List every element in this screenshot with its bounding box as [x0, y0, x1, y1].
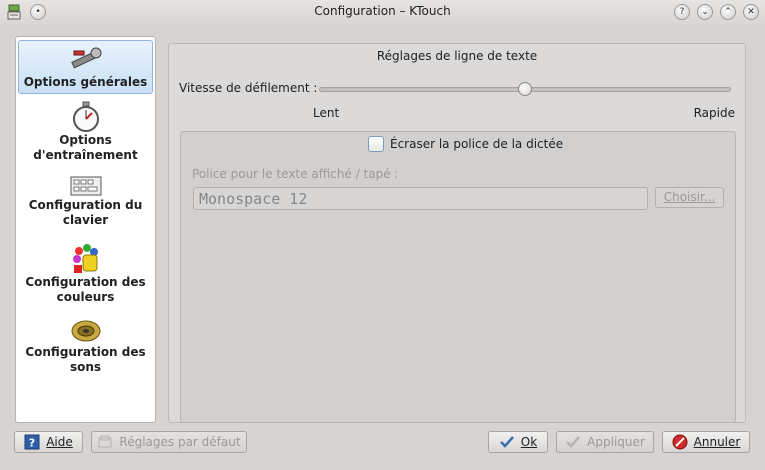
sidebar-item-training-options[interactable]: Options d'entraînement: [18, 101, 153, 163]
help-button[interactable]: ? Aide: [14, 431, 83, 453]
help-icon: ?: [24, 434, 40, 450]
title-bar: • Configuration – KTouch ? ⌄ ⌃ ✕: [0, 0, 765, 24]
minimize-button[interactable]: ⌄: [697, 4, 713, 20]
stopwatch-icon: [72, 101, 99, 132]
speed-max-label: Rapide: [693, 106, 735, 120]
speed-label: Vitesse de défilement :: [179, 81, 318, 95]
sidebar-item-general-options[interactable]: Options générales: [18, 40, 153, 94]
sidebar: Options générales Options d'entraînement…: [15, 36, 156, 423]
cancel-icon: [672, 434, 688, 450]
close-icon: ✕: [747, 6, 755, 17]
ok-button-label: Ok: [520, 435, 538, 449]
apply-button-label: Appliquer: [587, 435, 645, 449]
keyboard-icon: [70, 176, 101, 196]
restore-icon: [98, 435, 112, 448]
font-field: Monospace 12: [193, 187, 648, 210]
cancel-button[interactable]: Annuler: [662, 431, 750, 453]
sidebar-item-label: Options générales: [23, 75, 148, 89]
sidebar-item-label: Configuration des sons: [25, 345, 146, 374]
sidebar-item-label: Options d'entraînement: [33, 133, 138, 162]
chevron-down-icon: ⌄: [701, 6, 709, 17]
font-group: Écraser la police de la dictée Police po…: [180, 131, 736, 423]
cancel-button-label: Annuler: [693, 435, 741, 449]
check-icon: [566, 436, 581, 448]
override-font-row[interactable]: Écraser la police de la dictée: [368, 135, 563, 153]
sidebar-item-label: Configuration des couleurs: [25, 275, 146, 304]
question-icon: ?: [679, 6, 685, 17]
speaker-icon: [71, 320, 100, 342]
group-title: Réglages de ligne de texte: [376, 49, 538, 63]
override-font-checkbox[interactable]: [368, 136, 384, 152]
help-button-label: Aide: [46, 435, 73, 449]
ok-button[interactable]: Ok: [488, 431, 548, 453]
window-title: Configuration – KTouch: [314, 4, 451, 18]
settings-panel: Réglages de ligne de texte Vitesse de dé…: [168, 43, 746, 423]
sidebar-item-label: Configuration du clavier: [28, 198, 143, 227]
sidebar-item-keyboard-config[interactable]: Configuration du clavier: [18, 174, 153, 236]
defaults-button-label: Réglages par défaut: [119, 435, 241, 449]
help-title-button[interactable]: ?: [674, 4, 690, 20]
check-icon: [499, 436, 514, 448]
maximize-button[interactable]: ⌃: [720, 4, 736, 20]
chevron-up-icon: ⌃: [724, 6, 732, 17]
svg-text:?: ?: [29, 437, 35, 450]
close-button[interactable]: ✕: [743, 4, 759, 20]
speed-min-label: Lent: [313, 106, 340, 120]
override-font-label[interactable]: Écraser la police de la dictée: [390, 137, 563, 151]
choose-font-button: Choisir...: [655, 187, 724, 208]
font-label: Police pour le texte affiché / tapé :: [192, 167, 399, 181]
tools-icon: [70, 47, 101, 69]
speed-slider-handle[interactable]: [518, 82, 532, 96]
sidebar-item-colors-config[interactable]: Configuration des couleurs: [18, 243, 153, 309]
apply-button: Appliquer: [556, 431, 654, 453]
sidebar-item-sounds-config[interactable]: Configuration des sons: [18, 317, 153, 383]
paint-icon: [72, 244, 98, 273]
defaults-button: Réglages par défaut: [91, 431, 247, 453]
